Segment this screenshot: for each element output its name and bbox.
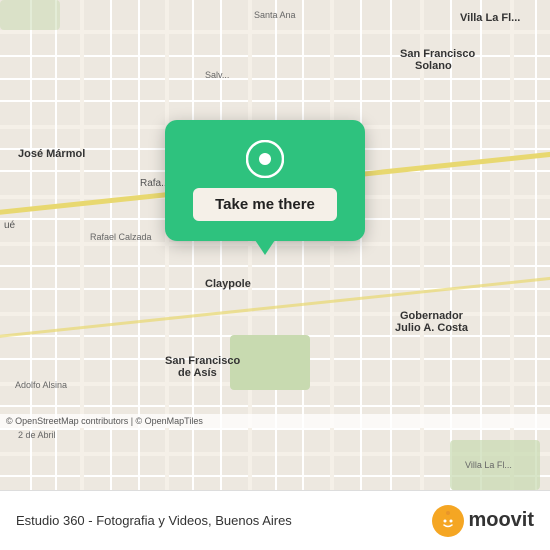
map-label: San Francisco [165, 355, 240, 367]
map-label: Villa La Fl... [460, 12, 520, 24]
moovit-face-icon [438, 511, 458, 531]
map-label: 2 de Abril [18, 430, 56, 440]
map-label: Salv... [205, 70, 229, 80]
take-me-there-button[interactable]: Take me there [193, 188, 337, 221]
map-label: de Asís [178, 367, 217, 379]
moovit-wordmark: moovit [468, 509, 534, 532]
map-label: Villa La Fl... [465, 460, 512, 470]
popup-card: Take me there [165, 120, 365, 241]
map-label: Claypole [205, 278, 251, 290]
location-info: Estudio 360 - Fotografia y Videos, Bueno… [16, 513, 292, 528]
map-label: Gobernador [400, 310, 463, 322]
map-label: Santa Ana [254, 10, 296, 20]
location-pin-icon [246, 140, 284, 178]
moovit-logo: moovit [432, 505, 534, 537]
bottom-bar: Estudio 360 - Fotografia y Videos, Bueno… [0, 490, 550, 550]
map-label: Julio A. Costa [395, 322, 468, 334]
map-label: ué [4, 220, 15, 231]
map-label: José Mármol [18, 148, 85, 160]
map-attribution: © OpenStreetMap contributors | © OpenMap… [0, 414, 550, 428]
map-label: San Francisco [400, 48, 475, 60]
map-label: Adolfo Alsina [15, 380, 67, 390]
map-label: Solano [415, 60, 452, 72]
map-label: Rafael Calzada [90, 232, 152, 242]
map-container: Villa La Fl...San FranciscoSolanoJosé Má… [0, 0, 550, 490]
moovit-icon [432, 505, 464, 537]
